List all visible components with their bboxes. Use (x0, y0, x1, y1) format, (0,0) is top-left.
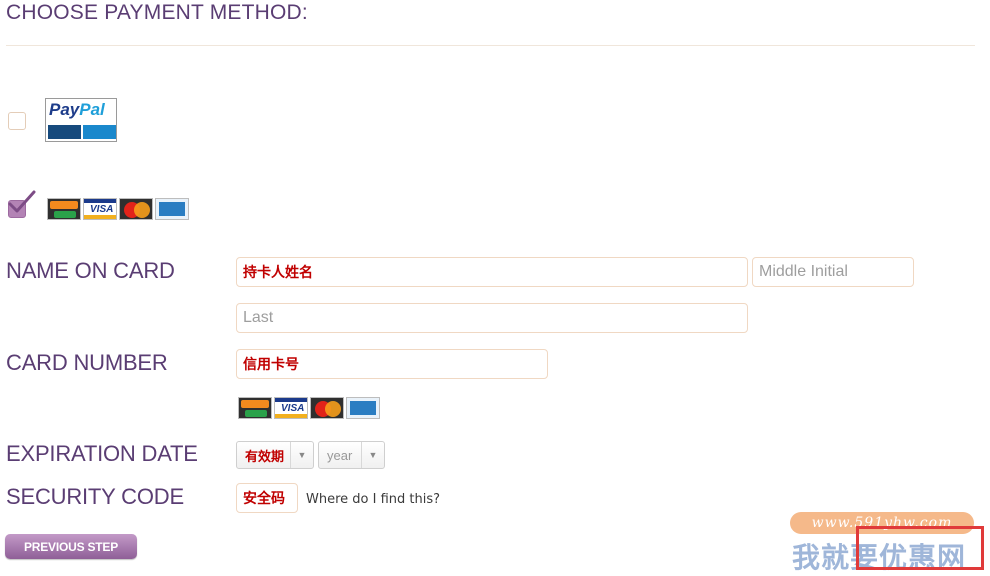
card-number-label: CARD NUMBER (6, 350, 168, 375)
year-value: year (327, 447, 353, 463)
visa-icon: VISA (274, 397, 308, 419)
expiration-year-select[interactable]: year ▼ (318, 441, 385, 469)
chevron-down-icon: ▼ (361, 442, 384, 468)
mastercard-icon (310, 397, 344, 419)
amex-icon (346, 397, 380, 419)
paypal-checkbox[interactable] (8, 112, 26, 130)
amex-icon (155, 198, 189, 220)
middle-initial-input[interactable]: Middle Initial (752, 257, 914, 287)
security-code-label: SECURITY CODE (6, 484, 184, 509)
check-icon (8, 190, 36, 213)
expiration-date-label: EXPIRATION DATE (6, 441, 198, 466)
paypal-block-left (48, 125, 81, 139)
divider (6, 45, 975, 46)
last-name-input[interactable]: Last (236, 303, 748, 333)
paypal-logo[interactable]: PayPal (45, 98, 117, 142)
page-heading: CHOOSE PAYMENT METHOD: (6, 1, 308, 24)
mastercard-icon (119, 198, 153, 220)
expiration-month-select[interactable]: 有效期 ▼ (236, 441, 314, 469)
visa-icon: VISA (83, 198, 117, 220)
month-value: 有效期 (245, 448, 285, 464)
security-help-link[interactable]: Where do I find this? (306, 492, 440, 507)
previous-step-button[interactable]: PREVIOUS STEP (5, 534, 137, 559)
discover-icon (47, 198, 81, 220)
card-brands-top[interactable]: VISA (47, 198, 189, 220)
paypal-wordmark: PayPal (49, 100, 105, 119)
discover-icon (238, 397, 272, 419)
paypal-block-right (83, 125, 116, 139)
chevron-down-icon: ▼ (290, 442, 313, 468)
security-code-input[interactable]: 安全码 (236, 483, 298, 513)
watermark-frame (856, 526, 984, 570)
first-name-input[interactable]: 持卡人姓名 (236, 257, 748, 287)
credit-card-checkbox[interactable] (8, 190, 36, 218)
name-on-card-label: NAME ON CARD (6, 258, 175, 283)
card-number-input[interactable]: 信用卡号 (236, 349, 548, 379)
card-brands-bottom: VISA (238, 397, 380, 419)
